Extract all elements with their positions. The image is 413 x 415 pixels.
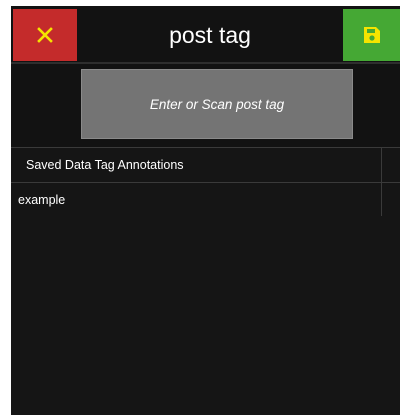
header-bar: post tag: [11, 6, 400, 64]
table-cell-annotation: example: [18, 192, 66, 207]
table-header: Saved Data Tag Annotations: [11, 147, 400, 183]
annotations-table: Saved Data Tag Annotations example: [11, 147, 400, 415]
close-button[interactable]: [13, 9, 77, 61]
app-frame: post tag Enter or Scan post tag Saved Da…: [11, 6, 400, 415]
column-header-annotations: Saved Data Tag Annotations: [11, 148, 382, 182]
scan-field-placeholder: Enter or Scan post tag: [149, 96, 285, 112]
floppy-disk-icon: [363, 27, 380, 43]
close-icon: [37, 27, 53, 43]
input-area: Enter or Scan post tag: [11, 64, 400, 147]
table-row[interactable]: example: [11, 183, 382, 216]
save-button[interactable]: [343, 9, 400, 61]
post-tag-scan-input[interactable]: Enter or Scan post tag: [81, 69, 353, 139]
page-title: post tag: [169, 21, 251, 48]
